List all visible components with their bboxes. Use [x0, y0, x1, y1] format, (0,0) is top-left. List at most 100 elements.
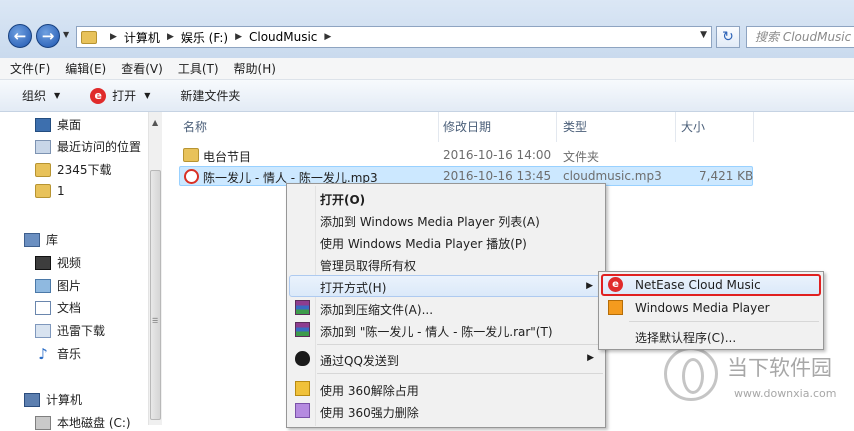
menu-item-360-delete[interactable]: 使用 360强力删除 — [289, 400, 603, 422]
nav-scrollbar[interactable]: ▲ ☰ — [148, 112, 162, 425]
context-menu: 打开(O) 添加到 Windows Media Player 列表(A) 使用 … — [286, 183, 606, 428]
breadcrumb-computer[interactable]: 计算机 — [124, 29, 160, 46]
refresh-icon: ↻ — [722, 29, 734, 45]
nav-item-label: 库 — [46, 233, 59, 247]
arrow-right-icon: → — [41, 26, 55, 45]
address-bar[interactable]: ▶ 计算机 ▶ 娱乐 (F:) ▶ CloudMusic ▶ ▼ — [76, 26, 712, 48]
nav-item-label: 迅雷下载 — [57, 324, 106, 338]
back-button[interactable]: ← — [8, 24, 32, 48]
nav-item-xunlei[interactable]: 迅雷下载 — [35, 322, 105, 339]
downxia-logo-icon — [664, 347, 718, 401]
menu-item-add-wmp-list[interactable]: 添加到 Windows Media Player 列表(A) — [289, 209, 603, 231]
address-history-dropdown-icon[interactable]: ▼ — [700, 30, 707, 40]
menu-item-label: 选择默认程序(C)... — [635, 331, 737, 345]
menu-help[interactable]: 帮助(H) — [234, 60, 276, 77]
menu-edit[interactable]: 编辑(E) — [65, 60, 106, 77]
search-input[interactable]: 搜索 CloudMusic — [746, 26, 854, 48]
nav-item-documents[interactable]: 文档 — [35, 299, 81, 316]
new-folder-button[interactable]: 新建文件夹 — [180, 87, 240, 104]
nav-item-computer[interactable]: 计算机 — [24, 391, 82, 408]
menu-file[interactable]: 文件(F) — [10, 60, 50, 77]
menu-separator — [317, 373, 603, 374]
organize-button[interactable]: 组织 ▼ — [22, 87, 60, 104]
360-delete-icon — [295, 403, 310, 418]
menu-item-label: 使用 360解除占用 — [320, 384, 419, 398]
nav-item-2345[interactable]: 2345下载 — [35, 161, 112, 178]
nav-item-local-disk[interactable]: 本地磁盘 (C:) — [35, 414, 131, 431]
winrar-icon — [295, 322, 310, 337]
file-date: 2016-10-16 13:45 — [443, 169, 552, 183]
command-bar: 组织 ▼ e 打开 ▼ 新建文件夹 — [0, 80, 854, 112]
menu-item-play-wmp[interactable]: 使用 Windows Media Player 播放(P) — [289, 231, 603, 253]
column-date[interactable]: 修改日期 — [443, 118, 491, 135]
desktop-icon — [35, 117, 51, 132]
chevron-right-icon[interactable]: ▶ — [235, 32, 242, 42]
submenu-arrow-icon: ▶ — [586, 281, 593, 291]
nav-item-1[interactable]: 1 — [35, 184, 65, 198]
document-icon — [35, 300, 51, 315]
folder-icon — [35, 162, 51, 177]
forward-button[interactable]: → — [36, 24, 60, 48]
column-size[interactable]: 大小 — [681, 118, 705, 135]
scrollbar-thumb[interactable] — [150, 170, 161, 420]
menu-view[interactable]: 查看(V) — [121, 60, 163, 77]
column-divider[interactable] — [675, 112, 676, 142]
recent-pages-dropdown-icon[interactable]: ▼ — [63, 30, 69, 39]
menu-item-label: 通过QQ发送到 — [320, 354, 399, 368]
submenu-arrow-icon: ▶ — [587, 353, 594, 363]
breadcrumb-cloudmusic[interactable]: CloudMusic — [249, 30, 317, 44]
column-divider[interactable] — [556, 112, 557, 142]
table-row[interactable]: 电台节目 2016-10-16 14:00 文件夹 — [179, 146, 753, 166]
nav-item-label: 本地磁盘 (C:) — [57, 416, 131, 430]
nav-item-desktop[interactable]: 桌面 — [35, 116, 81, 133]
nav-item-label: 文档 — [57, 301, 82, 315]
winrar-icon — [295, 300, 310, 315]
chevron-right-icon[interactable]: ▶ — [324, 32, 331, 42]
chevron-down-icon: ▼ — [144, 91, 151, 100]
file-type: cloudmusic.mp3 — [563, 169, 662, 183]
watermark-text: 当下软件园 — [727, 356, 832, 380]
file-name: 电台节目 — [203, 150, 252, 164]
refresh-button[interactable]: ↻ — [716, 26, 740, 48]
nav-item-label: 最近访问的位置 — [57, 140, 142, 154]
nav-item-label: 1 — [57, 184, 65, 198]
nav-item-video[interactable]: 视频 — [35, 254, 81, 271]
menu-tools[interactable]: 工具(T) — [178, 60, 219, 77]
scroll-up-icon[interactable]: ▲ — [152, 118, 158, 127]
chevron-right-icon[interactable]: ▶ — [167, 32, 174, 42]
menu-item-windows-media-player[interactable]: Windows Media Player — [601, 297, 821, 319]
menu-item-take-ownership[interactable]: 管理员取得所有权 — [289, 253, 603, 275]
menu-item-add-archive[interactable]: 添加到压缩文件(A)... — [289, 297, 603, 319]
menu-item-label: NetEase Cloud Music — [635, 278, 761, 292]
column-divider[interactable] — [753, 112, 754, 142]
menu-item-label: 添加到压缩文件(A)... — [320, 303, 434, 317]
nav-item-label: 计算机 — [46, 393, 83, 407]
menu-item-open[interactable]: 打开(O) — [289, 187, 603, 209]
chevron-right-icon[interactable]: ▶ — [110, 32, 117, 42]
menu-item-send-qq[interactable]: 通过QQ发送到 ▶ — [289, 348, 603, 370]
menu-item-open-with[interactable]: 打开方式(H) ▶ — [289, 275, 603, 297]
column-divider[interactable] — [438, 112, 439, 142]
netease-mp3-file-icon — [184, 169, 199, 184]
menu-item-label: 打开(O) — [320, 193, 366, 207]
open-button[interactable]: e 打开 ▼ — [90, 87, 150, 104]
file-size: 7,421 KB — [699, 169, 754, 183]
menu-item-choose-default[interactable]: 选择默认程序(C)... — [601, 325, 821, 347]
music-note-icon: ♪ — [38, 344, 48, 363]
breadcrumb-drive[interactable]: 娱乐 (F:) — [181, 29, 228, 46]
nav-item-library[interactable]: 库 — [24, 231, 58, 248]
nav-item-recent[interactable]: 最近访问的位置 — [35, 138, 141, 155]
chevron-down-icon: ▼ — [54, 91, 61, 100]
computer-icon — [24, 392, 40, 407]
nav-item-pictures[interactable]: 图片 — [35, 277, 81, 294]
column-name[interactable]: 名称 — [183, 118, 207, 135]
menu-item-360-unlock[interactable]: 使用 360解除占用 — [289, 378, 603, 400]
menu-item-add-rar[interactable]: 添加到 "陈一发儿 - 情人 - 陈一发儿.rar"(T) — [289, 319, 603, 341]
menu-bar: 文件(F) 编辑(E) 查看(V) 工具(T) 帮助(H) — [0, 58, 854, 80]
menu-item-label: 使用 360强力删除 — [320, 406, 419, 420]
nav-item-music[interactable]: ♪ 音乐 — [35, 345, 81, 362]
menu-item-netease-cloud-music[interactable]: e NetEase Cloud Music — [601, 274, 821, 296]
column-type[interactable]: 类型 — [563, 118, 587, 135]
open-label: 打开 — [112, 89, 137, 103]
watermark-url: www.downxia.com — [734, 387, 837, 400]
